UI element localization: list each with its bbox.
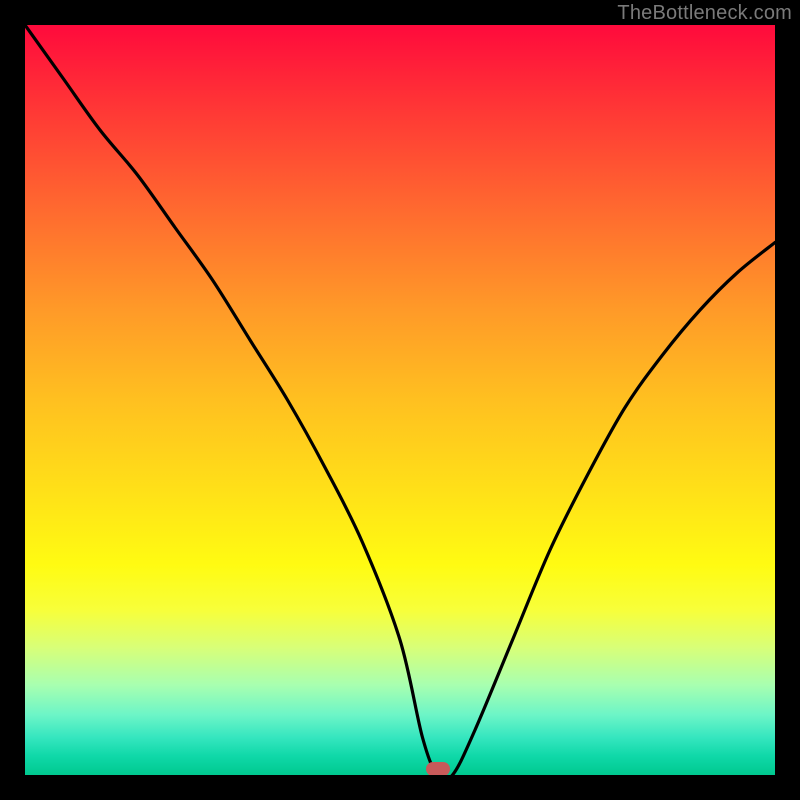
- plot-area: [25, 25, 775, 775]
- chart-frame: TheBottleneck.com: [0, 0, 800, 800]
- balance-point-marker: [426, 762, 450, 775]
- watermark-text: TheBottleneck.com: [617, 2, 792, 25]
- bottleneck-curve: [25, 25, 775, 775]
